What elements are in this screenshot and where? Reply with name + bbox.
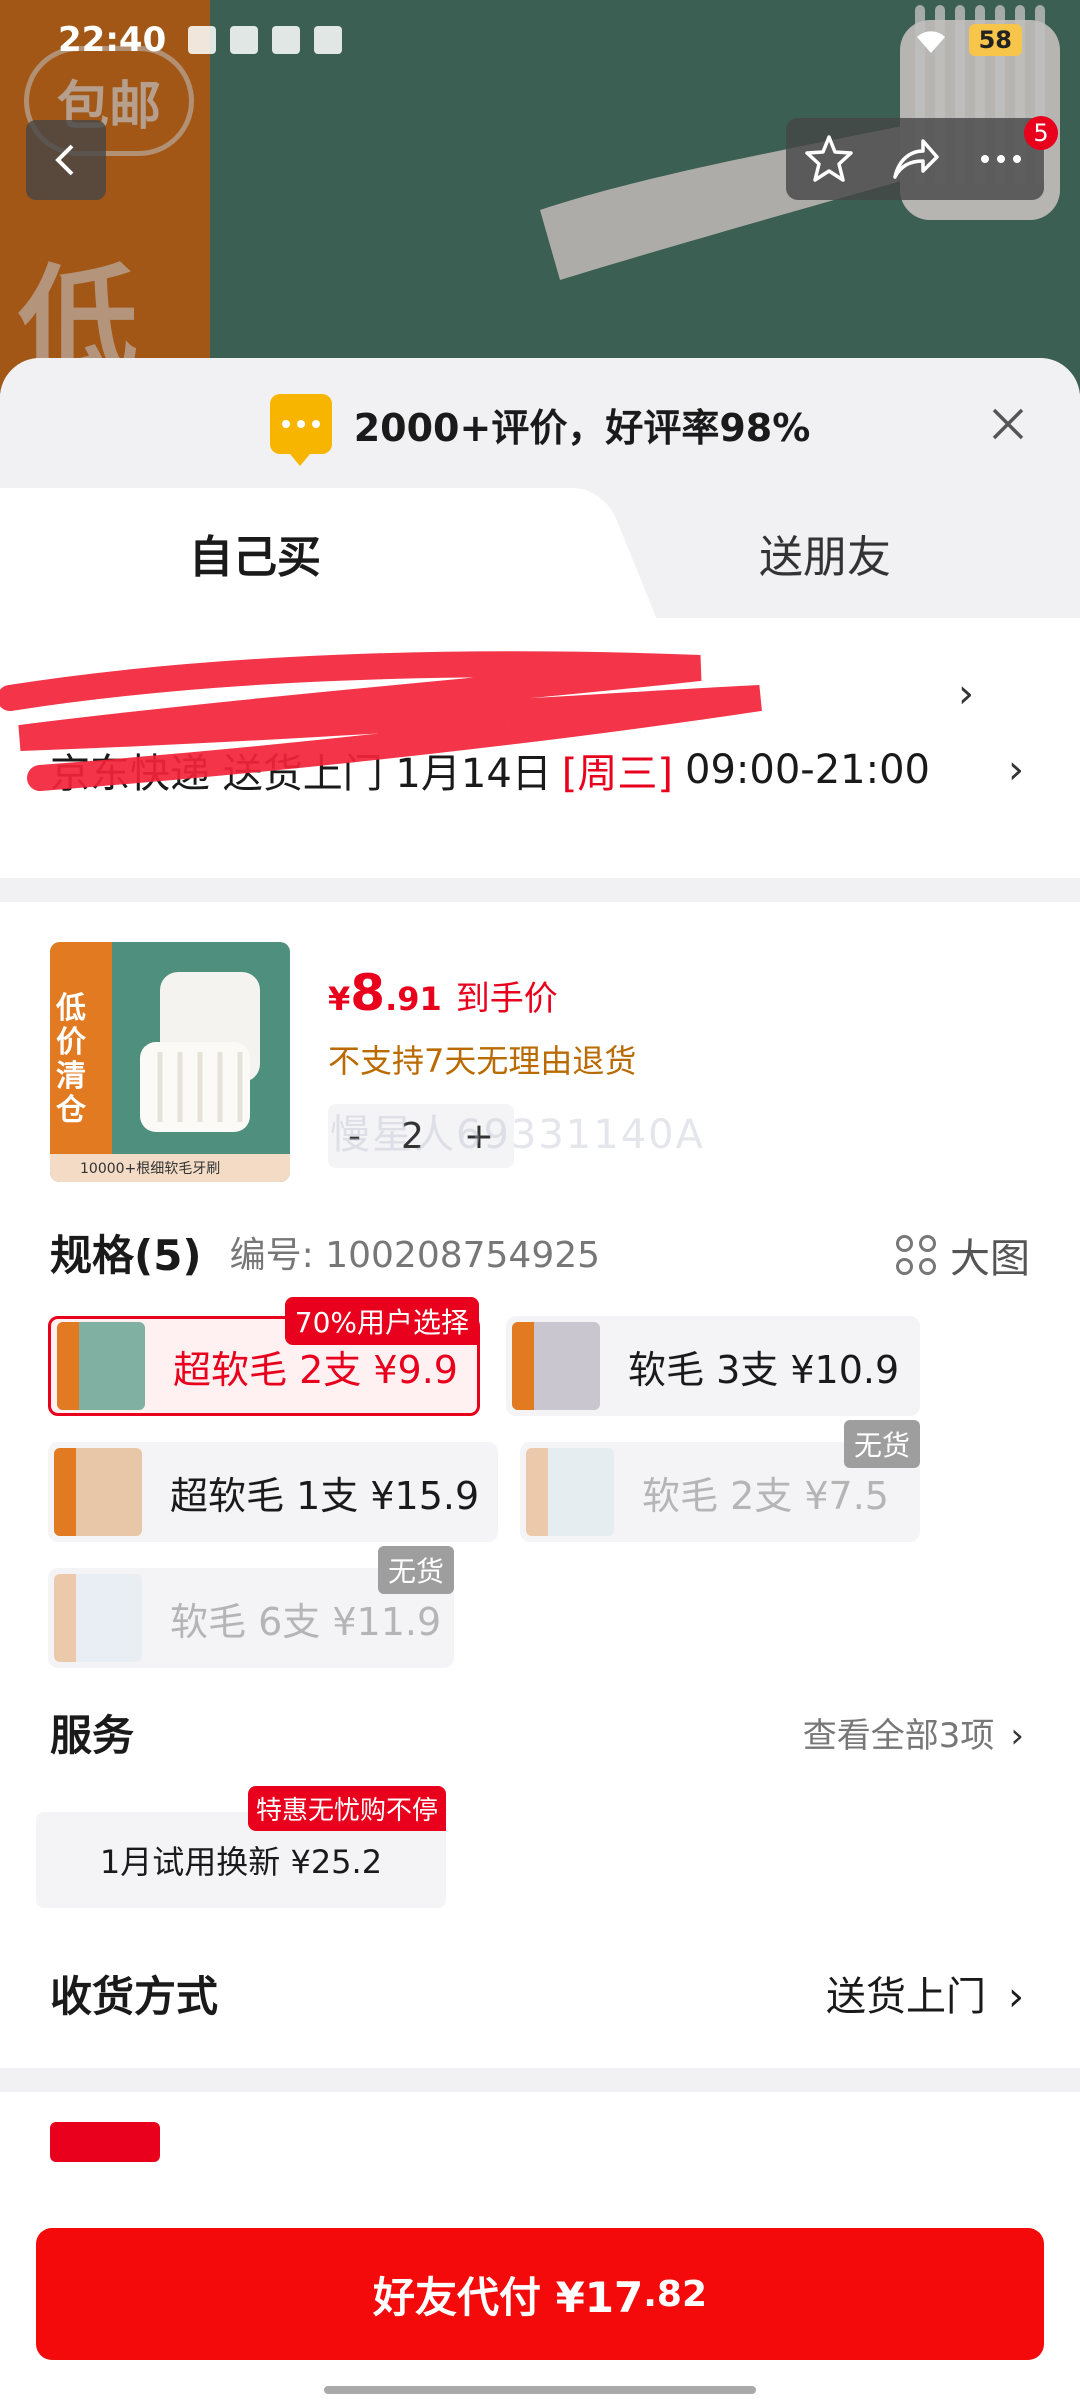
spec-options: 超软毛 2支 ¥9.9 70%用户选择 软毛 3支 ¥10.9 超软毛 1支 ¥… [0,1297,1080,1682]
toothbrush-thumb-icon [140,972,260,1132]
section-divider [0,878,1080,902]
spec-option-3[interactable]: 超软毛 1支 ¥15.9 [48,1442,498,1542]
pay-button-cents: .82 [643,2273,708,2315]
spec-option-thumb [512,1322,600,1410]
home-indicator[interactable] [324,2386,756,2394]
rating-summary: 2000+评价，好评率98% [0,394,1080,466]
wifi-icon [916,31,945,53]
tab-buy-for-self[interactable]: 自己买 [0,488,560,618]
top-action-group [786,118,1044,200]
delivery-address-section[interactable]: › 京东快递 送货上门 1月14日 [周三] 09:00-21:00 › [0,618,1080,878]
thumbnail-text: 低价清仓 [56,991,86,1128]
shipping-method-label: 送货上门 [826,1974,986,2020]
thumbnail-footer: 10000+根细软毛牙刷 [50,1154,290,1182]
shipping-value: 送货上门 › [826,1964,1024,2022]
message-icon [272,26,301,54]
notification-icons [188,26,343,54]
section-divider [0,2068,1080,2092]
product-summary: 低价清仓 10000+根细软毛牙刷 ¥8.91 到手价 不支持7天无理由退货 - … [0,902,1080,1202]
video-icon [230,26,259,54]
system-icons: 58 [913,24,1022,56]
service-promo-badge: 特惠无忧购不停 [247,1786,446,1831]
redacted-address-scribble [0,651,762,791]
sheet-header: 2000+评价，好评率98% 自己买 送朋友 [0,358,1080,618]
service-title: 服务 [50,1710,135,1760]
message-count-badge: 5 [1024,116,1058,150]
out-of-stock-badge: 无货 [843,1420,920,1468]
spec-option-label: 超软毛 2支 ¥9.9 [173,1347,458,1392]
crown-icon [314,26,343,54]
service-option[interactable]: 1月试用换新 ¥25.2 特惠无忧购不停 [36,1786,446,1908]
purchase-tabs: 自己买 送朋友 [0,488,1080,618]
friend-pay-button[interactable]: 好友代付 ¥17.82 [36,2228,1044,2360]
spec-option-label: 软毛 6支 ¥11.9 [170,1599,442,1644]
address-row[interactable]: › [0,651,1030,791]
tab-send-friend[interactable]: 送朋友 [700,488,950,618]
chat-bubble-icon [269,394,332,466]
out-of-stock-badge: 无货 [377,1546,454,1594]
spec-option-2[interactable]: 软毛 3支 ¥10.9 [506,1316,920,1416]
pay-button-label: 好友代付 ¥17 [372,2272,644,2322]
big-picture-button[interactable]: 大图 [896,1226,1030,1284]
service-header: 服务 查看全部3项 › [0,1682,1080,1782]
chevron-right-icon: › [1010,1715,1024,1756]
price-integer: 8 [350,964,386,1022]
view-all-label: 查看全部3项 [802,1715,995,1756]
popular-choice-badge: 70%用户选择 [284,1297,479,1345]
product-thumbnail[interactable]: 低价清仓 10000+根细软毛牙刷 [50,942,290,1182]
coupon-tag [50,2122,160,2162]
rating-text: 2000+评价，好评率98% [353,405,811,450]
shipping-method-row[interactable]: 收货方式 送货上门 › [0,1918,1080,2068]
price-label: 到手价 [455,979,558,1019]
spec-option-label: 软毛 3支 ¥10.9 [628,1347,900,1392]
product-number: 编号: 100208754925 [229,1235,601,1276]
status-bar: 22:40 58 [0,0,1080,80]
price-symbol: ¥ [328,980,351,1018]
tab-self-label: 自己买 [189,532,321,583]
price-line: ¥8.91 到手价 [328,964,636,1022]
spec-option-4[interactable]: 软毛 2支 ¥7.5 无货 [520,1420,920,1542]
tab-friend-label: 送朋友 [759,532,891,583]
user-watermark: 慢星人69331140A [330,1112,705,1158]
spec-option-label: 软毛 2支 ¥7.5 [642,1473,889,1518]
spec-header: 规格(5) 编号: 100208754925 大图 [0,1202,1080,1302]
chevron-right-icon: › [1008,1974,1024,2020]
spec-option-label: 超软毛 1支 ¥15.9 [170,1473,480,1518]
back-button[interactable] [26,120,106,200]
notification-icon [188,26,217,54]
more-icon[interactable] [975,133,1027,185]
address-chevron-icon: › [958,671,974,717]
purchase-sheet: 2000+评价，好评率98% 自己买 送朋友 › 京东快递 送货上门 1月14日… [0,358,1080,2400]
status-time: 22:40 [58,20,167,60]
service-option-label: 1月试用换新 ¥25.2 [99,1843,383,1881]
chevron-left-icon [55,144,74,176]
close-icon[interactable] [988,404,1028,444]
spec-option-thumb [54,1574,142,1662]
return-policy-notice: 不支持7天无理由退货 [328,1042,637,1080]
delivery-chevron-icon: › [1008,747,1024,793]
spec-option-thumb [57,1322,145,1410]
coupon-row-partial [0,2092,1080,2212]
big-picture-label: 大图 [950,1236,1030,1282]
price-decimal: .91 [385,980,442,1018]
spec-option-1[interactable]: 超软毛 2支 ¥9.9 70%用户选择 [48,1297,480,1416]
spec-title: 规格(5) [50,1230,202,1280]
shipping-title: 收货方式 [50,1971,219,2021]
view-all-services-link[interactable]: 查看全部3项 › [803,1708,1024,1757]
battery-indicator: 58 [968,24,1022,56]
spec-option-thumb [54,1448,142,1536]
checkout-footer: 好友代付 ¥17.82 [0,2200,1080,2400]
favorite-star-icon[interactable] [803,133,855,185]
spec-option-5[interactable]: 软毛 6支 ¥11.9 无货 [48,1546,454,1668]
share-icon[interactable] [889,133,941,185]
spec-option-thumb [526,1448,614,1536]
grid-view-icon [896,1235,936,1275]
